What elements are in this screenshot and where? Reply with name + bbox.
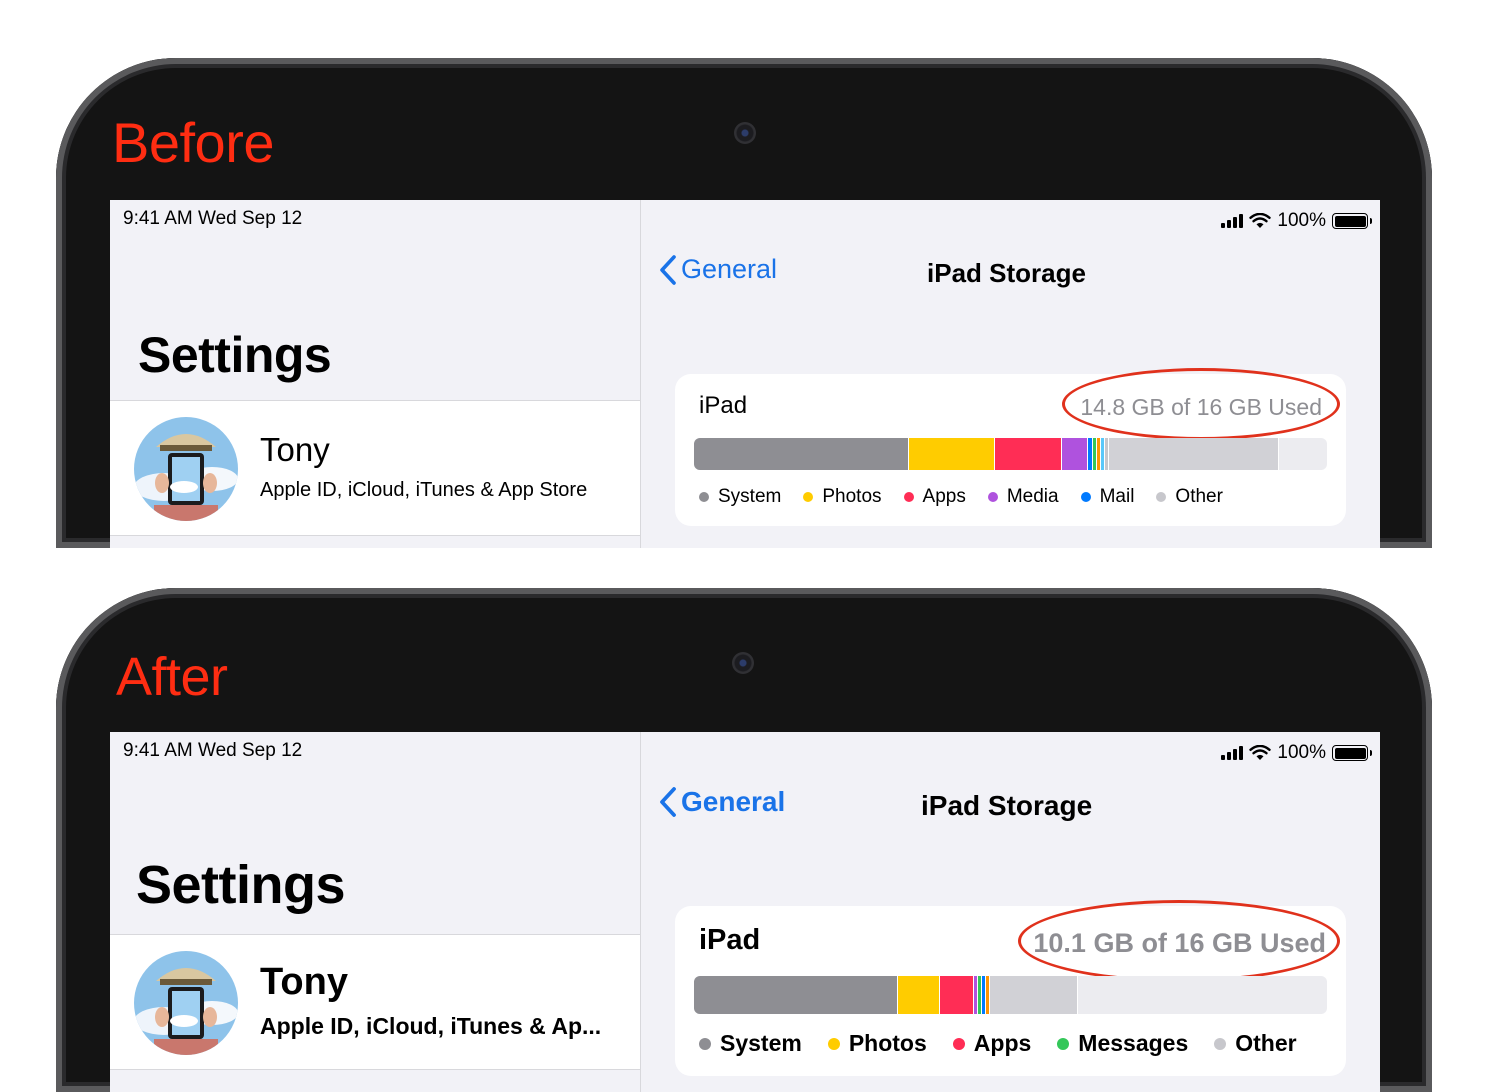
profile-subtitle: Apple ID, iCloud, iTunes & App Store: [260, 479, 588, 501]
legend-label: Other: [1175, 486, 1223, 507]
storage-legend: System Photos Apps Media Mail Other: [699, 486, 1223, 508]
ipad-screen: 9:41 AM Wed Sep 12 Settings Tony Apple I…: [110, 200, 1380, 548]
profile-name: Tony: [260, 961, 348, 1003]
storage-segment-system: [694, 438, 909, 470]
battery-percent: 100%: [1277, 210, 1326, 231]
wifi-icon: [1249, 213, 1272, 228]
storage-segment-photos: [908, 438, 996, 470]
storage-legend: System Photos Apps Messages Other: [699, 1030, 1297, 1057]
legend-item-other: Other: [1156, 486, 1223, 508]
legend-label: Mail: [1099, 486, 1135, 507]
status-indicators: 100%: [1221, 210, 1372, 232]
legend-dot-icon: [699, 492, 709, 502]
legend-dot-icon: [1156, 492, 1167, 502]
legend-label: Photos: [822, 486, 882, 507]
legend-item-system: System: [699, 486, 781, 508]
legend-dot-icon: [803, 492, 814, 502]
legend-label: System: [720, 1030, 802, 1056]
status-time: 9:41 AM Wed Sep 12: [123, 208, 303, 229]
avatar: [134, 951, 238, 1055]
storage-card: iPad 10.1 GB of 16 GB Used System Photos A…: [675, 900, 1346, 1076]
avatar: [134, 417, 238, 521]
status-indicators: 100%: [1221, 742, 1372, 764]
legend-label: Apps: [973, 1030, 1032, 1056]
battery-icon: [1332, 213, 1372, 229]
legend-item-media: Media: [987, 486, 1059, 508]
panel-label: Before: [112, 111, 275, 174]
back-button[interactable]: General: [659, 254, 777, 285]
legend-item-apps: Apps: [903, 486, 966, 508]
legend-item-other: Other: [1214, 1030, 1297, 1057]
device-name: iPad: [699, 924, 761, 956]
legend-item-photos: Photos: [827, 1030, 927, 1057]
status-time: 9:41 AM Wed Sep 12: [123, 740, 303, 761]
storage-segment-system: [694, 976, 899, 1014]
legend-dot-icon: [1080, 492, 1091, 502]
storage-segment-media: [1062, 438, 1089, 470]
legend-item-system: System: [699, 1030, 802, 1057]
legend-dot-icon: [987, 492, 998, 502]
back-button-label: General: [681, 254, 778, 284]
storage-bar: [694, 976, 1327, 1014]
panel-label: After: [116, 647, 228, 707]
legend-item-messages: Messages: [1057, 1030, 1188, 1057]
legend-label: Media: [1006, 486, 1059, 507]
storage-detail-pane: 100% General iPad Storage iPad 14.8 GB o…: [641, 200, 1380, 548]
apple-id-row[interactable]: Tony Apple ID, iCloud, iTunes & App Stor…: [110, 400, 640, 536]
storage-card: iPad 14.8 GB of 16 GB Used System Photos A…: [675, 368, 1346, 526]
nav-title: iPad Storage: [921, 790, 1093, 821]
storage-segment-other: [1108, 438, 1280, 470]
legend-dot-icon: [952, 1037, 965, 1050]
legend-label: Photos: [848, 1030, 927, 1056]
storage-segment-apps: [995, 438, 1063, 470]
camera-icon: [732, 652, 754, 674]
legend-label: Other: [1235, 1030, 1297, 1056]
page-title: Settings: [136, 855, 346, 915]
back-button[interactable]: General: [659, 786, 785, 818]
legend-item-apps: Apps: [952, 1030, 1032, 1057]
ipad-frame-before: Before 9:41 AM Wed Sep 12 Settings Tony …: [56, 58, 1432, 548]
settings-master-pane: 9:41 AM Wed Sep 12 Settings Tony Apple I…: [110, 732, 641, 1092]
legend-label: Messages: [1078, 1030, 1189, 1056]
legend-item-photos: Photos: [803, 486, 882, 508]
storage-segment-other: [989, 976, 1079, 1014]
highlight-circle: [1062, 368, 1340, 440]
nav-title: iPad Storage: [927, 258, 1086, 288]
storage-segment-apps: [939, 976, 975, 1014]
highlight-circle: [1018, 900, 1340, 982]
storage-segment-photos: [898, 976, 940, 1014]
back-button-label: General: [681, 786, 786, 817]
ipad-frame-after: After 9:41 AM Wed Sep 12 Settings Tony A…: [56, 588, 1432, 1092]
legend-dot-icon: [827, 1037, 840, 1050]
legend-label: Apps: [922, 486, 966, 507]
storage-detail-pane: 100% General iPad Storage iPad 10.1 GB o…: [641, 732, 1380, 1092]
profile-subtitle: Apple ID, iCloud, iTunes & Ap...: [260, 1013, 602, 1039]
apple-id-row[interactable]: Tony Apple ID, iCloud, iTunes & Ap...: [110, 934, 640, 1070]
legend-dot-icon: [1214, 1037, 1227, 1050]
legend-dot-icon: [699, 1037, 711, 1050]
wifi-icon: [1249, 745, 1272, 760]
cellular-signal-icon: [1221, 746, 1244, 760]
page-title: Settings: [138, 327, 332, 383]
cellular-signal-icon: [1221, 214, 1244, 228]
camera-icon: [734, 122, 756, 144]
storage-bar: [694, 438, 1327, 470]
profile-name: Tony: [260, 431, 330, 468]
legend-dot-icon: [903, 492, 914, 502]
legend-dot-icon: [1057, 1037, 1070, 1050]
legend-label: System: [718, 486, 782, 507]
chevron-left-icon: [660, 254, 676, 285]
device-name: iPad: [699, 392, 748, 419]
settings-master-pane: 9:41 AM Wed Sep 12 Settings Tony Apple I…: [110, 200, 641, 548]
ipad-screen: 9:41 AM Wed Sep 12 Settings Tony Apple I…: [110, 732, 1380, 1092]
battery-icon: [1332, 745, 1372, 761]
battery-percent: 100%: [1277, 742, 1326, 763]
chevron-left-icon: [660, 787, 676, 817]
legend-item-mail: Mail: [1080, 486, 1135, 508]
